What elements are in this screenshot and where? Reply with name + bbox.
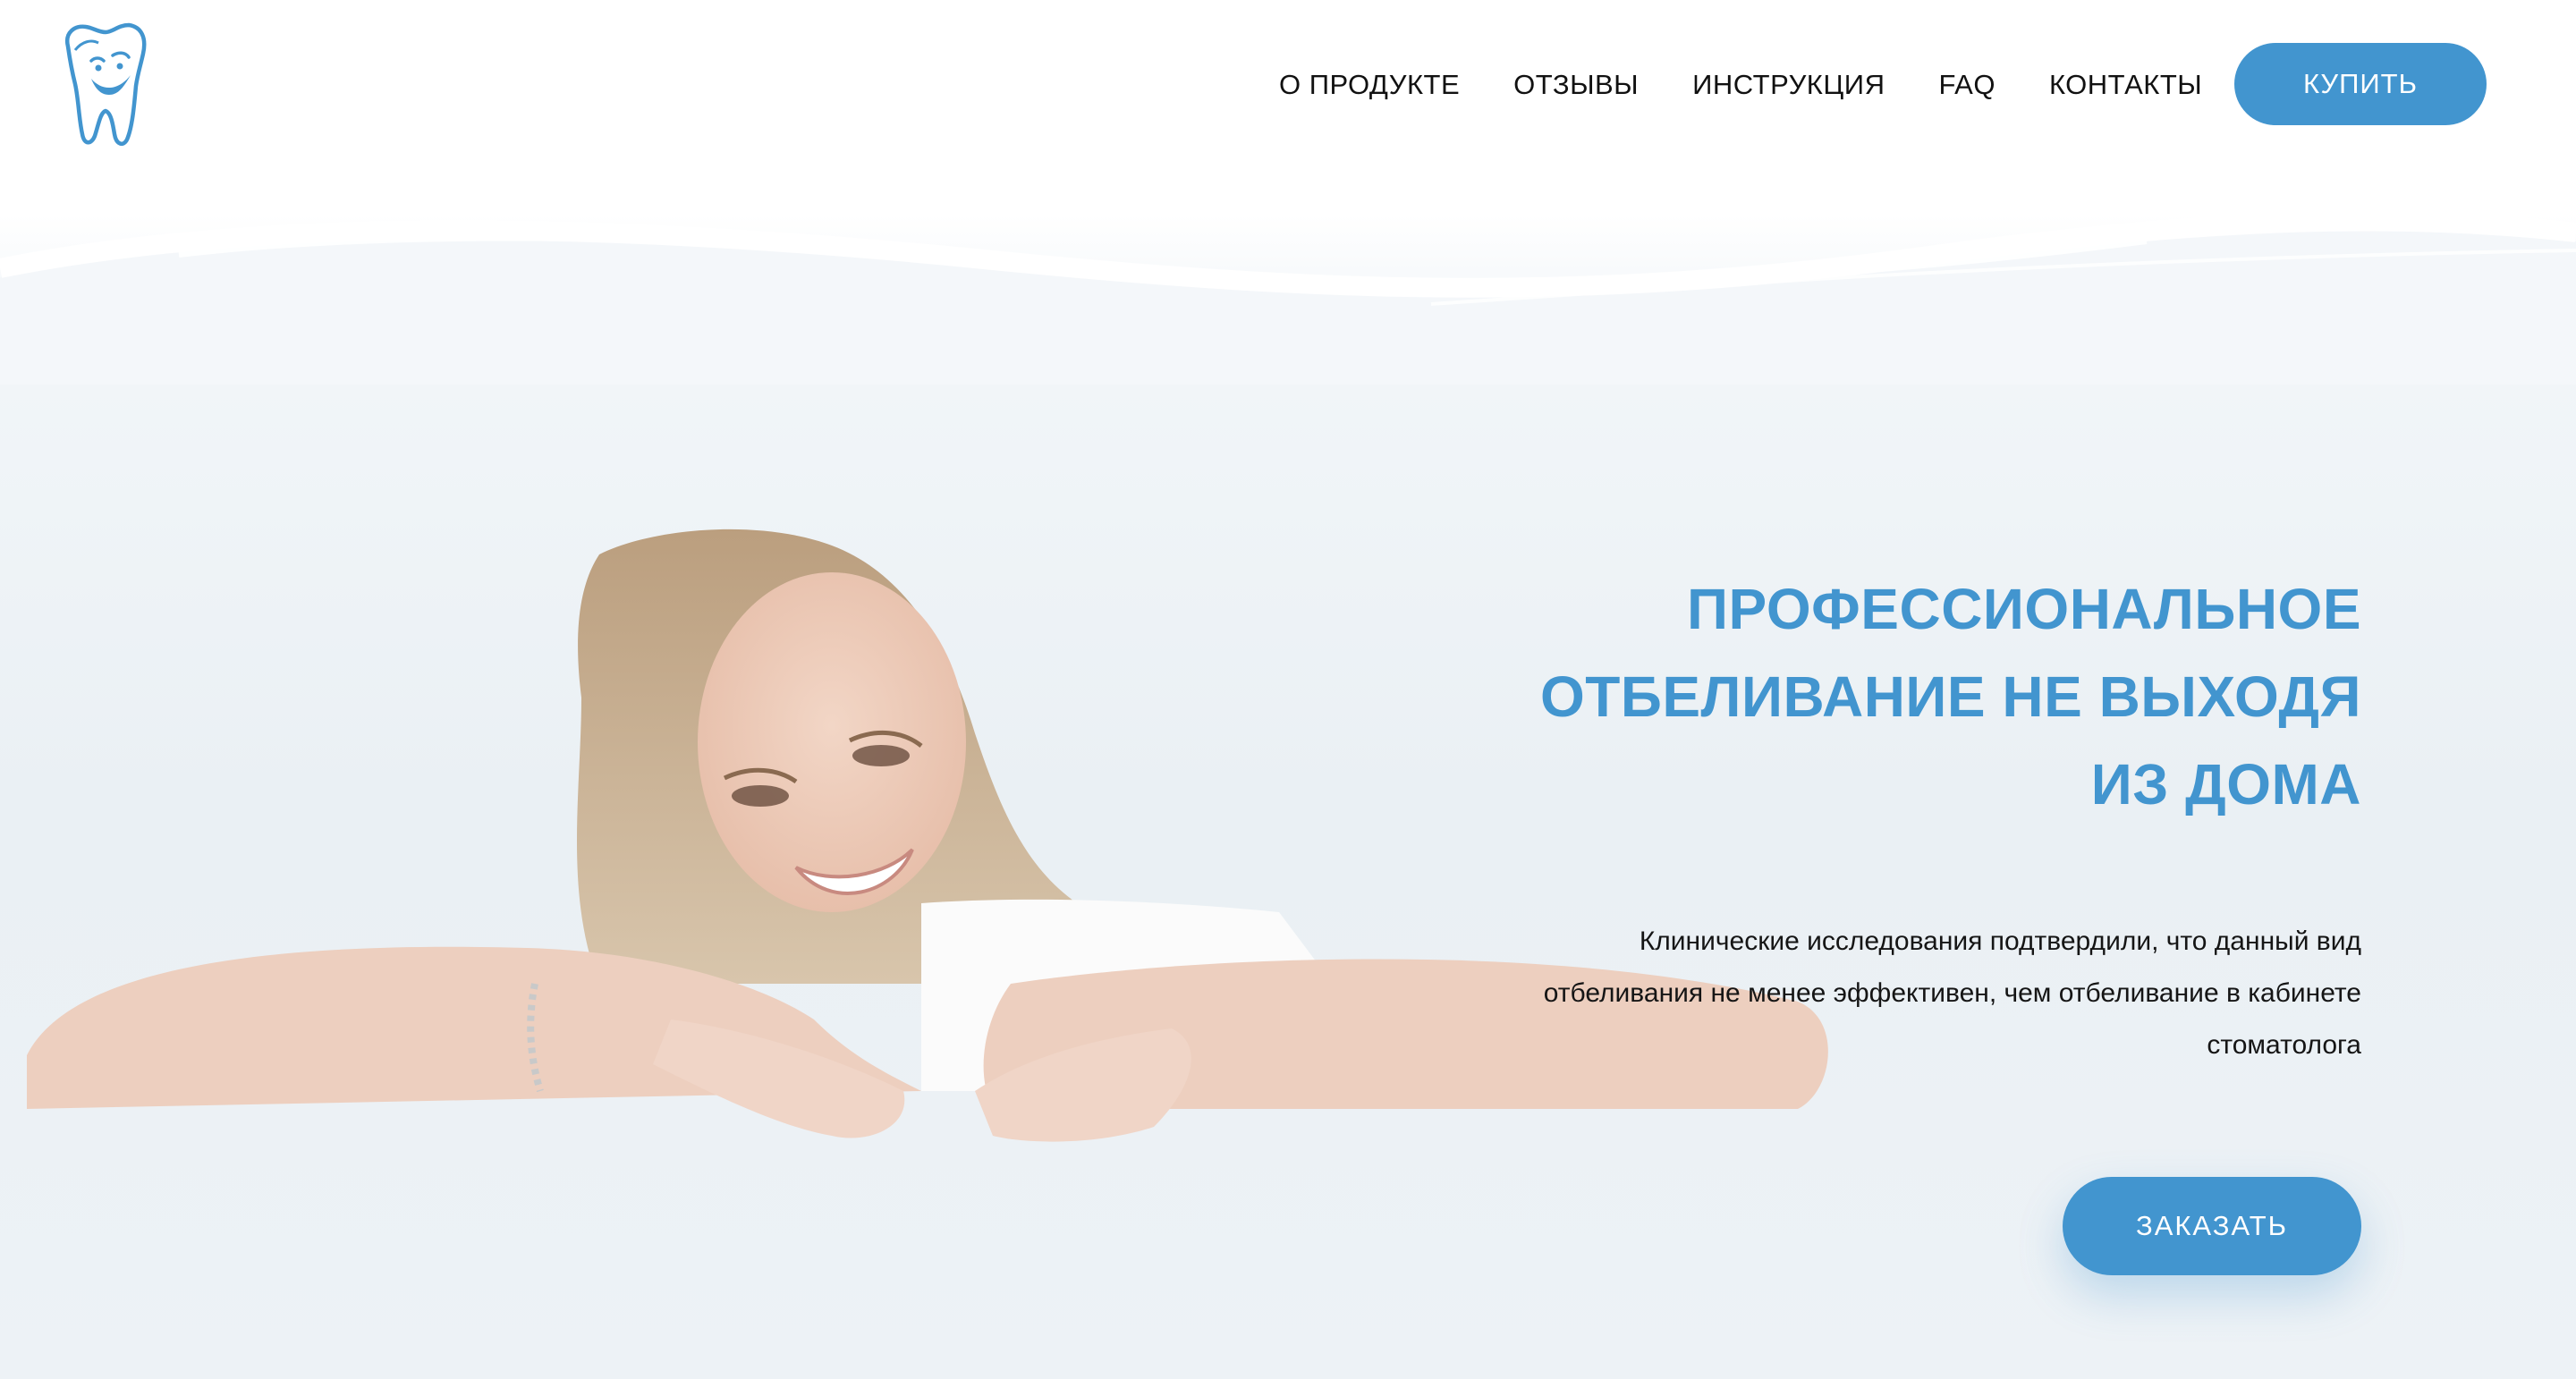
nav-item-contacts[interactable]: КОНТАКТЫ [2049,63,2202,107]
hero-description-line: Клинические исследования подтвердили, чт… [1639,926,2361,956]
hero-title: ПРОФЕССИОНАЛЬНОЕ ОТБЕЛИВАНИЕ НЕ ВЫХОДЯ И… [1377,565,2361,828]
main-nav: О ПРОДУКТЕ ОТЗЫВЫ ИНСТРУКЦИЯ FAQ КОНТАКТ… [1279,63,2202,107]
hero-title-line: ИЗ ДОМА [2090,752,2361,816]
nav-item-about[interactable]: О ПРОДУКТЕ [1279,63,1460,107]
hero-title-line: ПРОФЕССИОНАЛЬНОЕ [1687,577,2361,641]
wave-divider [0,211,2576,385]
nav-item-reviews[interactable]: ОТЗЫВЫ [1513,63,1639,107]
order-button[interactable]: ЗАКАЗАТЬ [2063,1177,2361,1275]
nav-item-faq[interactable]: FAQ [1938,63,1996,107]
hero-description: Клинические исследования подтвердили, чт… [1431,916,2361,1071]
hero-description-line: отбеливания не менее эффективен, чем отб… [1543,978,2361,1008]
buy-button[interactable]: КУПИТЬ [2234,43,2487,125]
hero-title-line: ОТБЕЛИВАНИЕ НЕ ВЫХОДЯ [1539,664,2361,729]
landing-page: О ПРОДУКТЕ ОТЗЫВЫ ИНСТРУКЦИЯ FAQ КОНТАКТ… [0,0,2576,1379]
tooth-logo-icon[interactable] [55,20,156,147]
hero-description-line: стоматолога [2207,1030,2361,1060]
nav-item-instructions[interactable]: ИНСТРУКЦИЯ [1692,63,1885,107]
